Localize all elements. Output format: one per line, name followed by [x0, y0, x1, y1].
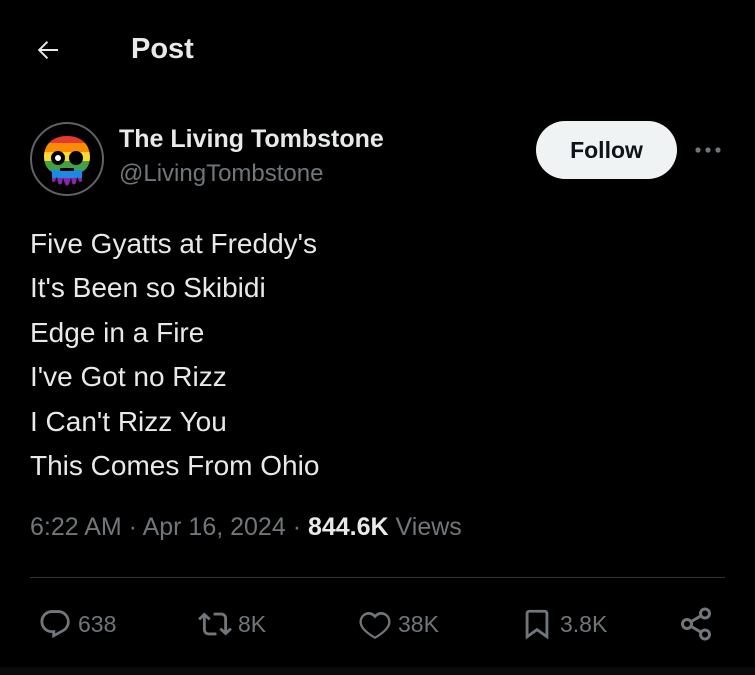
post-line: I've Got no Rizz	[30, 361, 227, 393]
rainbow-skull-avatar	[44, 136, 90, 186]
avatar[interactable]	[30, 122, 104, 196]
like-button[interactable]: 38K	[358, 598, 439, 650]
display-name[interactable]: The Living Tombstone	[119, 125, 384, 154]
post-date[interactable]: Apr 16, 2024	[143, 513, 286, 541]
repost-count: 8K	[238, 610, 267, 637]
share-button[interactable]	[678, 598, 714, 650]
views-link[interactable]: 844.6K Views	[308, 513, 462, 541]
reply-icon	[40, 610, 70, 639]
repost-icon	[198, 612, 232, 636]
page-title: Post	[131, 33, 194, 65]
arrow-left-icon	[37, 41, 58, 59]
bottom-edge	[0, 667, 755, 675]
bookmark-button[interactable]: 3.8K	[520, 598, 607, 650]
post-time[interactable]: 6:22 AM	[30, 513, 122, 541]
follow-button[interactable]: Follow	[536, 121, 677, 179]
share-icon	[681, 607, 711, 641]
bookmark-icon	[525, 609, 549, 640]
views-count: 844.6K	[307, 513, 389, 541]
heart-icon	[359, 611, 391, 639]
reply-count: 638	[78, 610, 117, 637]
reply-button[interactable]: 638	[38, 598, 116, 650]
top-bar: Post	[0, 0, 755, 100]
post-line: It's Been so Skibidi	[30, 272, 266, 304]
more-dots-icon	[695, 147, 721, 153]
like-count: 38K	[398, 610, 439, 637]
post-metadata: 6:22 AM · Apr 16, 2024 · 844.6K Views	[30, 513, 462, 542]
action-bar: 638 8K 38K 3.8K	[30, 598, 730, 650]
repost-button[interactable]: 8K	[198, 598, 266, 650]
post-line: This Comes From Ohio	[30, 450, 320, 482]
meta-separator: ·	[285, 513, 308, 541]
post-line: I Can't Rizz You	[30, 405, 227, 437]
user-handle[interactable]: @LivingTombstone	[119, 160, 323, 188]
bookmark-count: 3.8K	[560, 610, 608, 637]
back-button[interactable]	[30, 32, 66, 68]
post-author: The Living Tombstone @LivingTombstone Fo…	[30, 118, 730, 198]
meta-separator: ·	[121, 513, 143, 541]
post-line: Five Gyatts at Freddy's	[30, 228, 317, 259]
views-label: Views	[388, 513, 462, 541]
more-button[interactable]	[690, 132, 726, 168]
post-body: Five Gyatts at Freddy's It's Been so Ski…	[30, 222, 720, 488]
post-line: Edge in a Fire	[30, 316, 205, 348]
divider	[30, 577, 725, 578]
